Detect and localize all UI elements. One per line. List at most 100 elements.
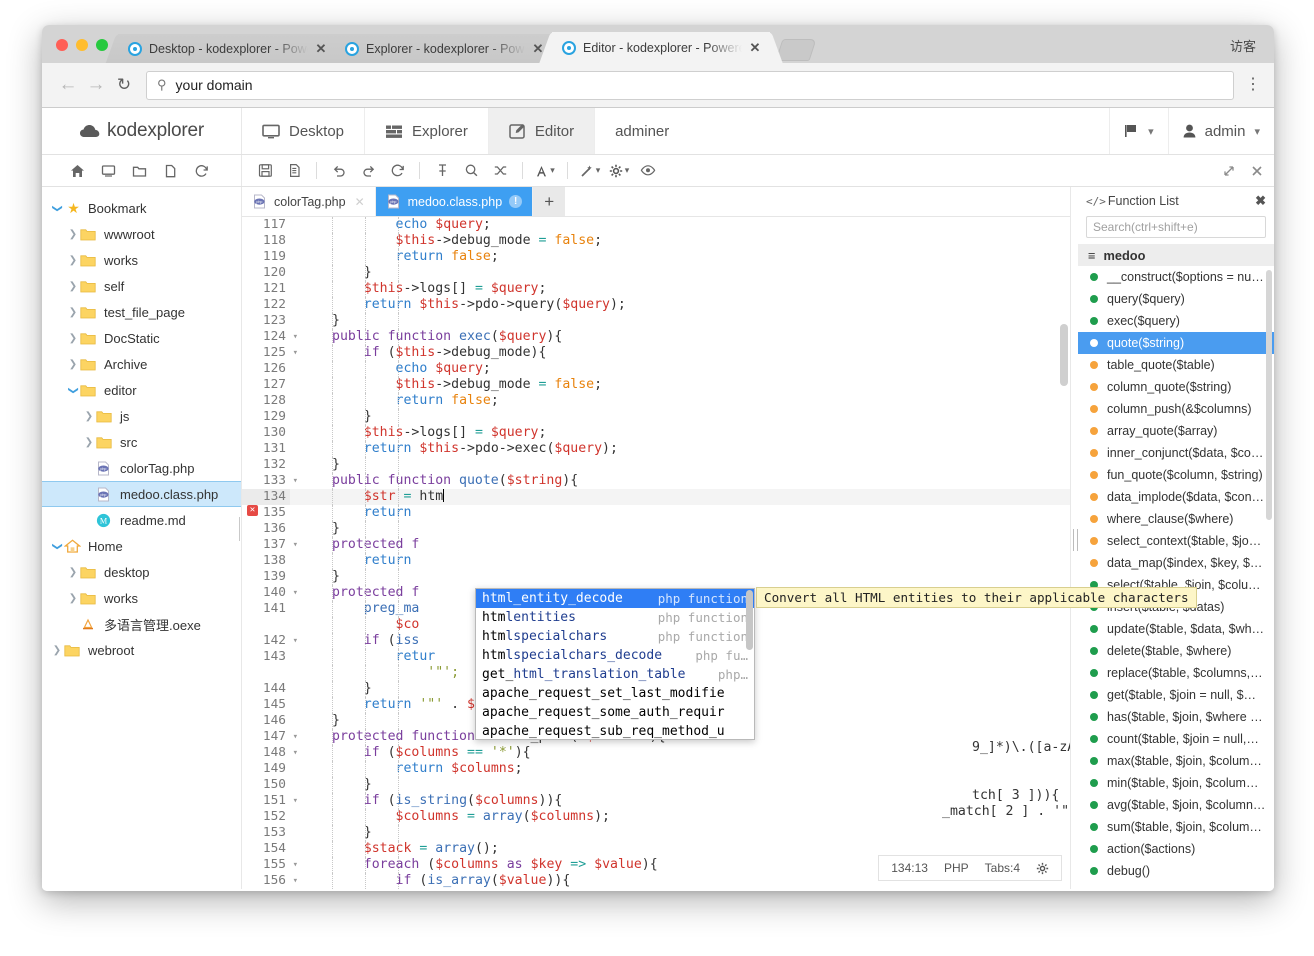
- search-icon[interactable]: [458, 159, 484, 183]
- undo-icon[interactable]: [326, 159, 352, 183]
- chevron-right-icon[interactable]: ❯: [66, 359, 80, 370]
- autocomplete-item[interactable]: htmlentities php function: [476, 608, 754, 627]
- function-list-item[interactable]: delete($table, $where): [1078, 640, 1274, 662]
- autocomplete-item[interactable]: htmlspecialchars_decode php fu…: [476, 646, 754, 665]
- tree-item[interactable]: ❯ wwwroot: [42, 221, 241, 247]
- chevron-right-icon[interactable]: ❯: [66, 307, 80, 318]
- chevron-right-icon[interactable]: ❯: [82, 437, 96, 448]
- function-list-item[interactable]: avg($table, $join, $column…: [1078, 794, 1274, 816]
- close-icon[interactable]: ✕: [748, 40, 762, 56]
- function-list-item[interactable]: query($query): [1078, 288, 1274, 310]
- code-scrollbar-thumb[interactable]: [1060, 324, 1068, 386]
- tree-item[interactable]: ❯ works: [42, 585, 241, 611]
- function-search-input[interactable]: [1086, 216, 1266, 238]
- tree-item[interactable]: ❯ desktop: [42, 559, 241, 585]
- function-list-item[interactable]: quote($string): [1078, 332, 1274, 354]
- browser-tab[interactable]: Explorer - kodexplorer - Power ✕: [335, 34, 553, 63]
- autocomplete-item[interactable]: get_html_translation_table php…: [476, 665, 754, 684]
- tree-item[interactable]: ❯ webroot: [42, 637, 241, 663]
- function-list-items[interactable]: __construct($options = nu… query($query) e…: [1078, 266, 1274, 889]
- editor-settings-icon[interactable]: [1036, 862, 1049, 875]
- back-icon[interactable]: ←: [54, 74, 82, 96]
- browser-tab[interactable]: Editor - kodexplorer - Powered ✕: [552, 32, 770, 63]
- save-icon[interactable]: [252, 159, 278, 183]
- profile-label[interactable]: 访客: [1230, 36, 1256, 55]
- function-list-item[interactable]: action($actions): [1078, 838, 1274, 860]
- maximize-window-button[interactable]: [96, 39, 108, 51]
- code-scrollbar[interactable]: [1060, 219, 1068, 887]
- chevron-right-icon[interactable]: ❯: [66, 255, 80, 266]
- home-icon[interactable]: [64, 159, 90, 183]
- reload-icon[interactable]: ↻: [110, 75, 138, 95]
- autocomplete-scrollbar-thumb[interactable]: [746, 590, 753, 650]
- autocomplete-item[interactable]: html_entity_decode php function: [476, 589, 754, 608]
- code-editor[interactable]: 117 echo $query; 118 $this->debug_mode = …: [242, 217, 1070, 889]
- user-menu-button[interactable]: admin ▾: [1167, 108, 1274, 154]
- forward-icon[interactable]: →: [82, 74, 110, 96]
- editor-panel-splitter[interactable]: [1070, 187, 1078, 889]
- nav-item-desktop[interactable]: Desktop: [242, 108, 366, 154]
- nav-item-adminer[interactable]: adminer: [595, 108, 689, 154]
- function-list-item[interactable]: has($table, $join, $where …: [1078, 706, 1274, 728]
- preview-icon[interactable]: [635, 159, 661, 183]
- chevron-down-icon[interactable]: ❯: [52, 201, 63, 215]
- minimize-window-button[interactable]: [76, 39, 88, 51]
- chevron-right-icon[interactable]: ❯: [50, 645, 64, 656]
- close-icon[interactable]: ✕: [355, 195, 365, 209]
- app-logo[interactable]: kodexplorer: [42, 108, 242, 154]
- function-list-item[interactable]: update($table, $data, $wh…: [1078, 618, 1274, 640]
- function-list-group-header[interactable]: ≡ medoo: [1078, 244, 1274, 266]
- language-flag-button[interactable]: ▾: [1109, 108, 1168, 154]
- tree-item[interactable]: ❯ self: [42, 273, 241, 299]
- browser-menu-icon[interactable]: ⋮: [1244, 77, 1262, 93]
- function-list-item[interactable]: __construct($options = nu…: [1078, 266, 1274, 288]
- close-icon[interactable]: [1244, 159, 1270, 183]
- shuffle-icon[interactable]: [487, 159, 513, 183]
- chevron-right-icon[interactable]: ❯: [66, 567, 80, 578]
- new-file-icon[interactable]: [157, 159, 183, 183]
- close-icon[interactable]: ✖: [1255, 193, 1266, 209]
- file-tab[interactable]: php medoo.class.php!: [375, 187, 534, 216]
- chevron-right-icon[interactable]: ❯: [66, 333, 80, 344]
- tree-item[interactable]: 多语言管理.oexe: [42, 611, 241, 637]
- tree-item[interactable]: Mreadme.md: [42, 507, 241, 533]
- tree-item[interactable]: ❯ works: [42, 247, 241, 273]
- tree-item[interactable]: ❯ test_file_page: [42, 299, 241, 325]
- font-icon[interactable]: ▾: [532, 159, 558, 183]
- function-list-scrollbar-thumb[interactable]: [1266, 270, 1272, 520]
- function-list-item[interactable]: exec($query): [1078, 310, 1274, 332]
- nav-item-explorer[interactable]: Explorer: [365, 108, 489, 154]
- function-list-item[interactable]: table_quote($table): [1078, 354, 1274, 376]
- function-list-item[interactable]: sum($table, $join, $colum…: [1078, 816, 1274, 838]
- autocomplete-popup[interactable]: html_entity_decode php function htmlentiti…: [475, 588, 755, 740]
- close-icon[interactable]: ✕: [314, 41, 328, 57]
- function-list-item[interactable]: where_clause($where): [1078, 508, 1274, 530]
- function-list-item[interactable]: data_implode($data, $con…: [1078, 486, 1274, 508]
- pin-icon[interactable]: [429, 159, 455, 183]
- chevron-right-icon[interactable]: ❯: [66, 593, 80, 604]
- function-list-item[interactable]: get($table, $join = null, $…: [1078, 684, 1274, 706]
- function-list-item[interactable]: max($table, $join, $colum…: [1078, 750, 1274, 772]
- address-bar[interactable]: ⚲ your domain: [146, 70, 1234, 100]
- tree-item[interactable]: ❯ editor: [42, 377, 241, 403]
- browser-tab[interactable]: Desktop - kodexplorer - Power ✕: [118, 34, 336, 63]
- function-list-item[interactable]: select_context($table, $jo…: [1078, 530, 1274, 552]
- tree-item[interactable]: php colorTag.php: [42, 455, 241, 481]
- function-list-item[interactable]: replace($table, $columns,…: [1078, 662, 1274, 684]
- tree-item[interactable]: ❯ Archive: [42, 351, 241, 377]
- nav-item-editor[interactable]: Editor: [488, 108, 596, 154]
- chevron-right-icon[interactable]: ❯: [66, 281, 80, 292]
- reload-icon[interactable]: [384, 159, 410, 183]
- function-list-item[interactable]: inner_conjunct($data, $co…: [1078, 442, 1274, 464]
- new-folder-icon[interactable]: [126, 159, 152, 183]
- new-file-tab-button[interactable]: +: [533, 187, 566, 216]
- function-list-item[interactable]: fun_quote($column, $string): [1078, 464, 1274, 486]
- function-list-item[interactable]: debug(): [1078, 860, 1274, 882]
- new-tab-button[interactable]: [775, 39, 817, 61]
- function-list-item[interactable]: column_quote($string): [1078, 376, 1274, 398]
- tree-item[interactable]: ❯ src: [42, 429, 241, 455]
- tree-item[interactable]: ❯ js: [42, 403, 241, 429]
- expand-icon[interactable]: [1216, 159, 1242, 183]
- magic-icon[interactable]: ▾: [577, 159, 603, 183]
- chevron-right-icon[interactable]: ❯: [82, 411, 96, 422]
